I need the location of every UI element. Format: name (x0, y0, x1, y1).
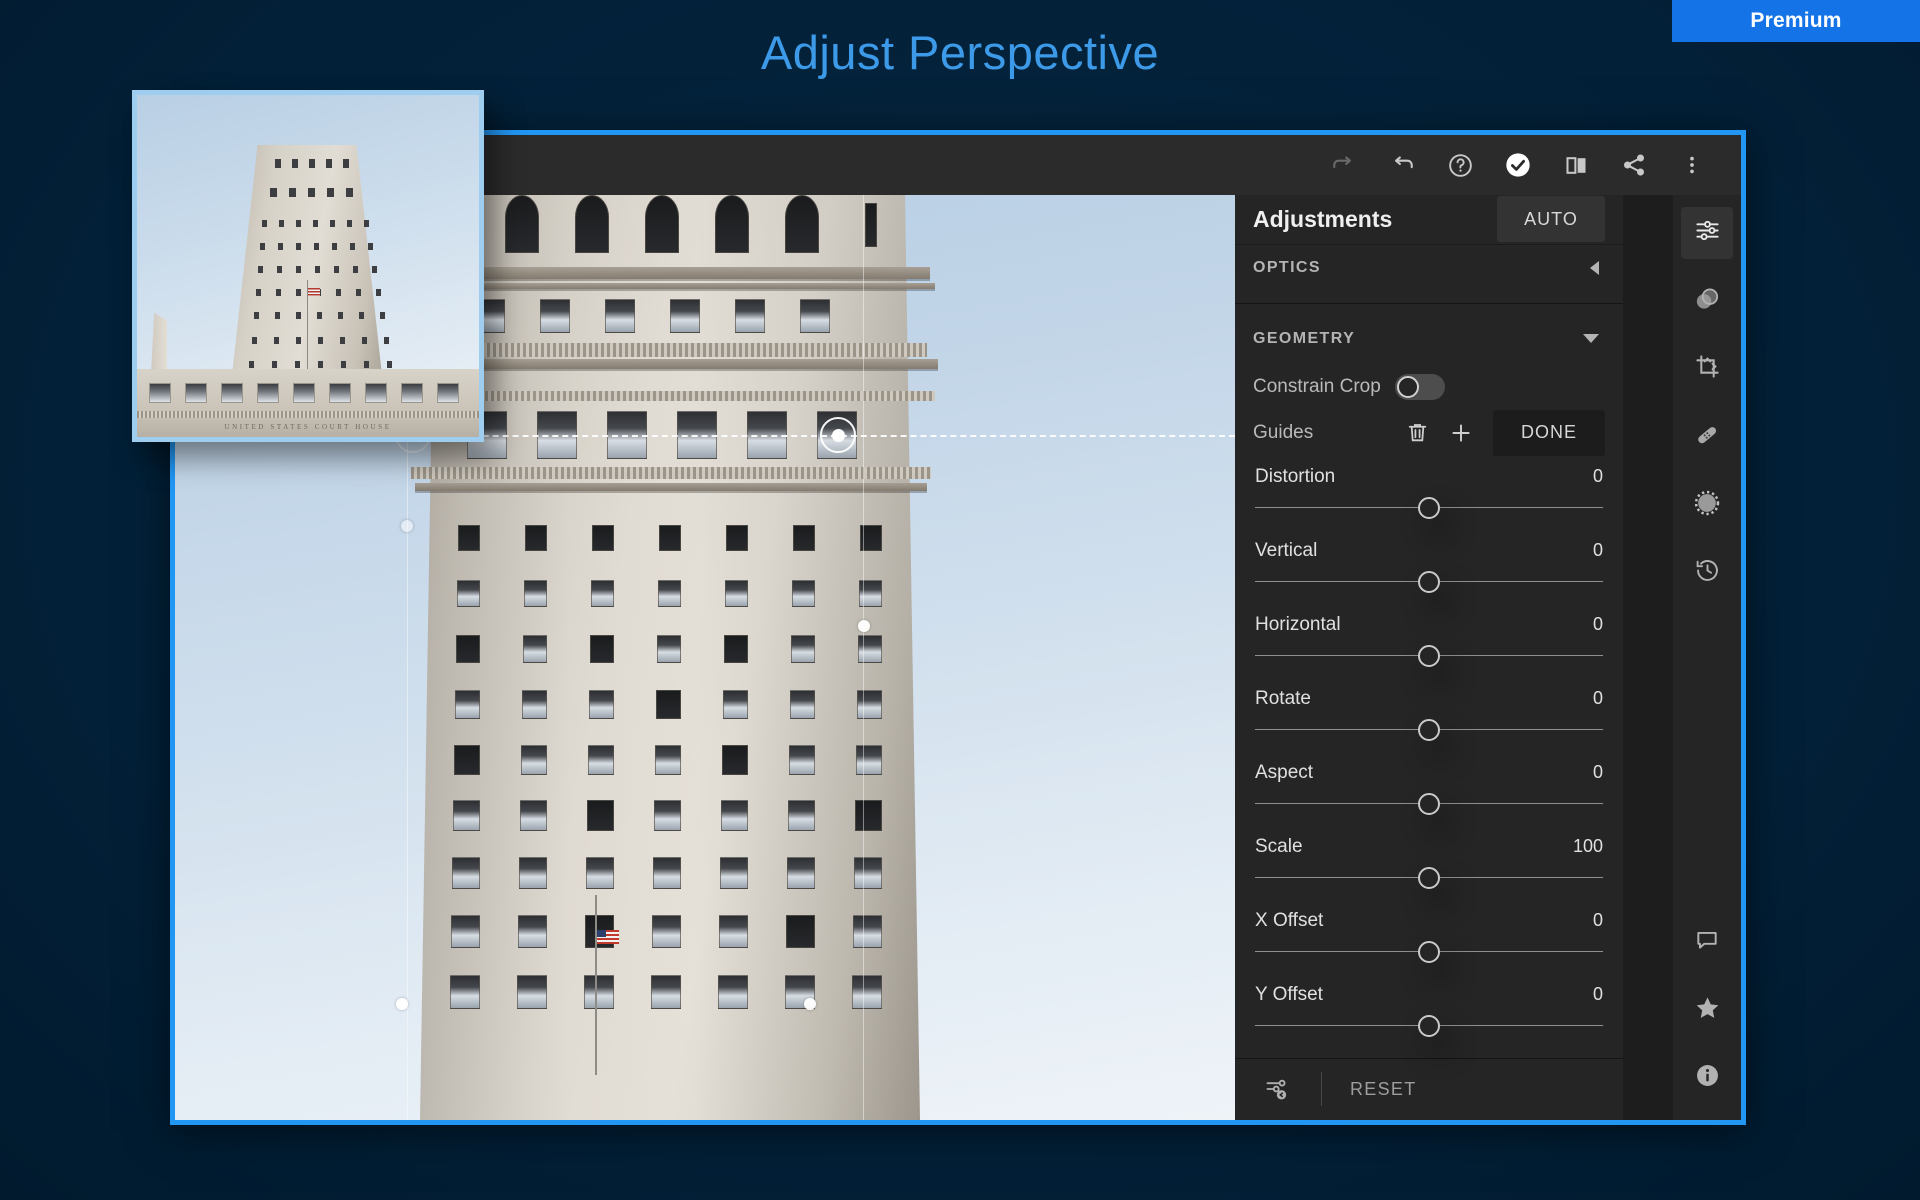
chevron-down-icon (1583, 334, 1599, 344)
tool-rail (1673, 195, 1741, 1120)
rail-item-healing[interactable] (1681, 411, 1733, 463)
slider-aspect: Aspect 0 (1255, 762, 1603, 817)
slider-track[interactable] (1255, 791, 1603, 817)
rail-item-selective[interactable] (1681, 275, 1733, 327)
rail-item-info[interactable] (1681, 1052, 1733, 1104)
crop-handle-bottom-left[interactable] (396, 998, 408, 1010)
guides-row: Guides DONE (1235, 406, 1623, 456)
trash-icon[interactable] (1395, 411, 1439, 455)
info-icon (1694, 1062, 1721, 1094)
slider-value: 0 (1592, 465, 1603, 486)
healing-brush-icon (1693, 421, 1721, 454)
section-header-geometry[interactable]: GEOMETRY (1235, 315, 1623, 361)
toggle-knob (1396, 375, 1419, 398)
section-label-optics: OPTICS (1253, 259, 1321, 277)
comment-bubble-icon (1694, 927, 1720, 958)
chevron-left-icon (1590, 261, 1599, 276)
rail-item-radial[interactable] (1681, 479, 1733, 531)
slider-track[interactable] (1255, 865, 1603, 891)
selective-mask-icon (1693, 285, 1721, 318)
rail-item-rating[interactable] (1681, 984, 1733, 1036)
slider-distortion: Distortion 0 (1255, 466, 1603, 521)
slider-value: 0 (1592, 687, 1603, 708)
section-header-optics[interactable]: OPTICS (1235, 245, 1623, 291)
rail-item-versions[interactable] (1681, 547, 1733, 599)
slider-label: Scale (1255, 835, 1303, 857)
slider-label: Vertical (1255, 539, 1318, 561)
undo-icon[interactable] (1373, 136, 1431, 194)
slider-label: Aspect (1255, 761, 1314, 783)
slider-horizontal: Horizontal 0 (1255, 614, 1603, 669)
slider-value: 0 (1592, 983, 1603, 1004)
panel-header: Adjustments AUTO (1235, 195, 1623, 245)
slider-track[interactable] (1255, 1013, 1603, 1039)
slider-label: Rotate (1255, 687, 1311, 709)
slider-value: 100 (1572, 835, 1603, 856)
slider-value: 0 (1592, 539, 1603, 560)
panel-title: Adjustments (1253, 205, 1393, 232)
thumbnail-base-block: UNITED STATES COURT HOUSE (137, 369, 479, 437)
sliders-icon (1694, 217, 1721, 249)
slider-rotate: Rotate 0 (1255, 688, 1603, 743)
redo-icon[interactable] (1315, 136, 1373, 194)
constrain-crop-label: Constrain Crop (1253, 375, 1381, 397)
crop-icon (1694, 353, 1721, 385)
guides-done-button[interactable]: DONE (1493, 409, 1605, 456)
rail-item-edit[interactable] (1681, 207, 1733, 259)
check-icon[interactable] (1489, 136, 1547, 194)
slider-label: X Offset (1255, 909, 1324, 931)
slider-label: Distortion (1255, 465, 1336, 487)
slider-label: Horizontal (1255, 613, 1341, 635)
star-icon (1694, 994, 1721, 1026)
slider-label: Y Offset (1255, 983, 1323, 1005)
flag-pole (595, 895, 597, 1075)
slider-value: 0 (1592, 613, 1603, 634)
auto-button[interactable]: AUTO (1497, 196, 1605, 243)
flag (597, 930, 619, 944)
sliders-reset-icon[interactable] (1235, 1058, 1321, 1120)
plus-icon[interactable] (1439, 411, 1483, 455)
screen: Premium Adjust Perspective Adjustments A… (0, 0, 1920, 1200)
slider-list: Distortion 0 Vertical 0 Horizontal 0 Rot… (1235, 456, 1623, 1058)
constrain-crop-row: Constrain Crop (1235, 362, 1623, 406)
section-label-geometry: GEOMETRY (1253, 329, 1356, 347)
slider-value: 0 (1592, 761, 1603, 782)
slider-x-offset: X Offset 0 (1255, 910, 1603, 965)
slider-scale: Scale 100 (1255, 836, 1603, 891)
crop-handle-bottom-right[interactable] (804, 998, 816, 1010)
adjustments-panel: Adjustments AUTO OPTICS GEOMETRY Constra… (1235, 195, 1623, 1120)
thumbnail-caption: UNITED STATES COURT HOUSE (224, 423, 392, 431)
rail-item-comments[interactable] (1681, 916, 1733, 968)
crop-edge-right[interactable] (863, 195, 864, 1120)
help-icon[interactable] (1431, 136, 1489, 194)
page-title: Adjust Perspective (760, 26, 1160, 79)
compare-icon[interactable] (1547, 136, 1605, 194)
slider-track[interactable] (1255, 939, 1603, 965)
slider-track[interactable] (1255, 569, 1603, 595)
radial-blur-icon (1693, 489, 1721, 522)
slider-track[interactable] (1255, 717, 1603, 743)
guide-handle-right[interactable] (820, 417, 856, 453)
slider-value: 0 (1592, 909, 1603, 930)
crop-handle-right[interactable] (858, 620, 870, 632)
slider-y-offset: Y Offset 0 (1255, 984, 1603, 1039)
more-icon[interactable] (1663, 136, 1721, 194)
share-icon[interactable] (1605, 136, 1663, 194)
rail-item-crop[interactable] (1681, 343, 1733, 395)
slider-track[interactable] (1255, 643, 1603, 669)
reset-button[interactable]: RESET (1322, 1079, 1623, 1100)
constrain-crop-toggle[interactable] (1394, 373, 1445, 400)
thumbnail-flag (308, 288, 320, 296)
image-thumbnail-preview[interactable]: UNITED STATES COURT HOUSE (132, 90, 484, 442)
panel-footer: RESET (1235, 1057, 1623, 1120)
guides-label: Guides (1253, 421, 1314, 443)
slider-track[interactable] (1255, 495, 1603, 521)
history-clock-icon (1694, 557, 1721, 589)
slider-vertical: Vertical 0 (1255, 540, 1603, 595)
crop-handle-left[interactable] (401, 520, 413, 532)
